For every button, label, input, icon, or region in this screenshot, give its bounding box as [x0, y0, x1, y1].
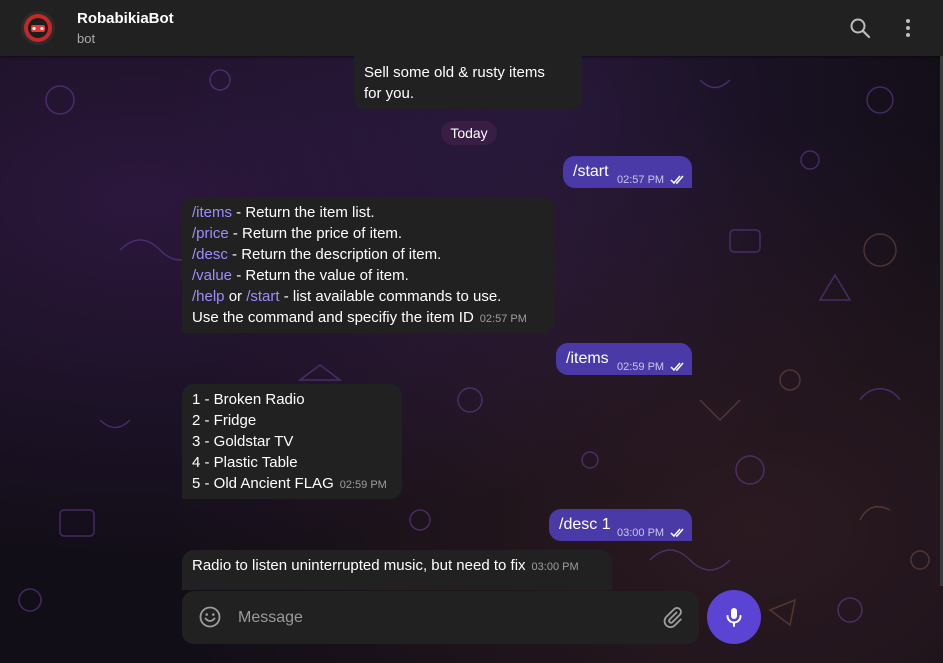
chat-subtitle: bot [77, 31, 96, 46]
date-separator: Today [441, 121, 497, 145]
message-text: Sell some old & rusty items [364, 64, 545, 81]
command-link[interactable]: /help [192, 288, 225, 305]
message-text: for you. [364, 85, 415, 102]
avatar[interactable] [21, 11, 55, 45]
message-outgoing[interactable]: /items 02:59 PM [556, 343, 692, 375]
message-time: 02:57 PM [617, 174, 665, 186]
list-item: 3 - Goldstar TV [192, 433, 294, 450]
command-desc: - Return the description of item. [227, 246, 442, 263]
message-incoming[interactable]: /items - Return the item list. /price - … [182, 197, 555, 333]
list-item: 5 - Old Ancient FLAG 02:59 PM [192, 473, 392, 496]
command-desc: - Return the value of item. [232, 267, 409, 284]
message-meta: 02:59 PM [617, 357, 686, 378]
microphone-button[interactable] [707, 590, 761, 644]
instruction-line: Use the command and specifiy the item ID… [192, 307, 545, 330]
message-meta: 03:00 PM [617, 523, 686, 544]
list-item-text: 5 - Old Ancient FLAG [192, 475, 334, 492]
message-time: 02:57 PM [479, 313, 527, 325]
command-link[interactable]: /desc [192, 246, 228, 263]
list-item: 4 - Plastic Table [192, 454, 298, 471]
paperclip-icon[interactable] [660, 605, 684, 629]
instruction-text: Use the command and specifiy the item ID [192, 309, 474, 326]
command-desc: - Return the item list. [232, 204, 375, 221]
message-input[interactable] [236, 603, 640, 633]
message-composer [182, 591, 699, 644]
list-item: 2 - Fridge [192, 412, 257, 429]
command-link[interactable]: /price [192, 225, 229, 242]
message-text: /items [566, 350, 609, 367]
message-time: 03:00 PM [617, 527, 665, 539]
command-line: /price - Return the price of item. [192, 223, 545, 244]
message-incoming[interactable]: 1 - Broken Radio 2 - Fridge 3 - Goldstar… [182, 384, 402, 499]
command-line: /value - Return the value of item. [192, 265, 545, 286]
search-icon[interactable] [848, 16, 872, 40]
command-link[interactable]: /start [246, 288, 279, 305]
command-link[interactable]: /items [192, 204, 232, 221]
message-line: Radio to listen uninterrupted music, but… [192, 555, 602, 578]
command-line: /items - Return the item list. [192, 202, 545, 223]
microphone-icon [726, 608, 742, 627]
help-connector: or [224, 288, 247, 305]
message-text: /start [573, 163, 609, 180]
double-check-icon [670, 362, 684, 372]
command-line: /desc - Return the description of item. [192, 244, 545, 265]
more-vertical-icon[interactable] [896, 16, 920, 40]
message-text: /desc 1 [559, 516, 611, 533]
emoji-icon[interactable] [198, 605, 222, 629]
list-item: 1 - Broken Radio [192, 391, 305, 408]
message-incoming[interactable]: Sell some old & rusty items for you. [354, 46, 582, 110]
command-link[interactable]: /value [192, 267, 232, 284]
message-time: 02:59 PM [617, 361, 665, 373]
double-check-icon [670, 528, 684, 538]
message-text: Radio to listen uninterrupted music, but… [192, 557, 526, 574]
message-outgoing[interactable]: /desc 1 03:00 PM [549, 509, 692, 541]
message-meta: 02:57 PM [617, 170, 686, 191]
message-time: 03:00 PM [531, 561, 579, 573]
help-line: /help or /start - list available command… [192, 286, 545, 307]
message-outgoing[interactable]: /start 02:57 PM [563, 156, 692, 188]
chat-title[interactable]: RobabikiaBot [77, 10, 174, 27]
bot-logo-icon [24, 14, 52, 42]
command-desc: - Return the price of item. [228, 225, 403, 242]
message-incoming[interactable]: Radio to listen uninterrupted music, but… [182, 550, 612, 590]
message-time: 02:59 PM [339, 479, 387, 491]
help-desc: - list available commands to use. [279, 288, 502, 305]
double-check-icon [670, 175, 684, 185]
